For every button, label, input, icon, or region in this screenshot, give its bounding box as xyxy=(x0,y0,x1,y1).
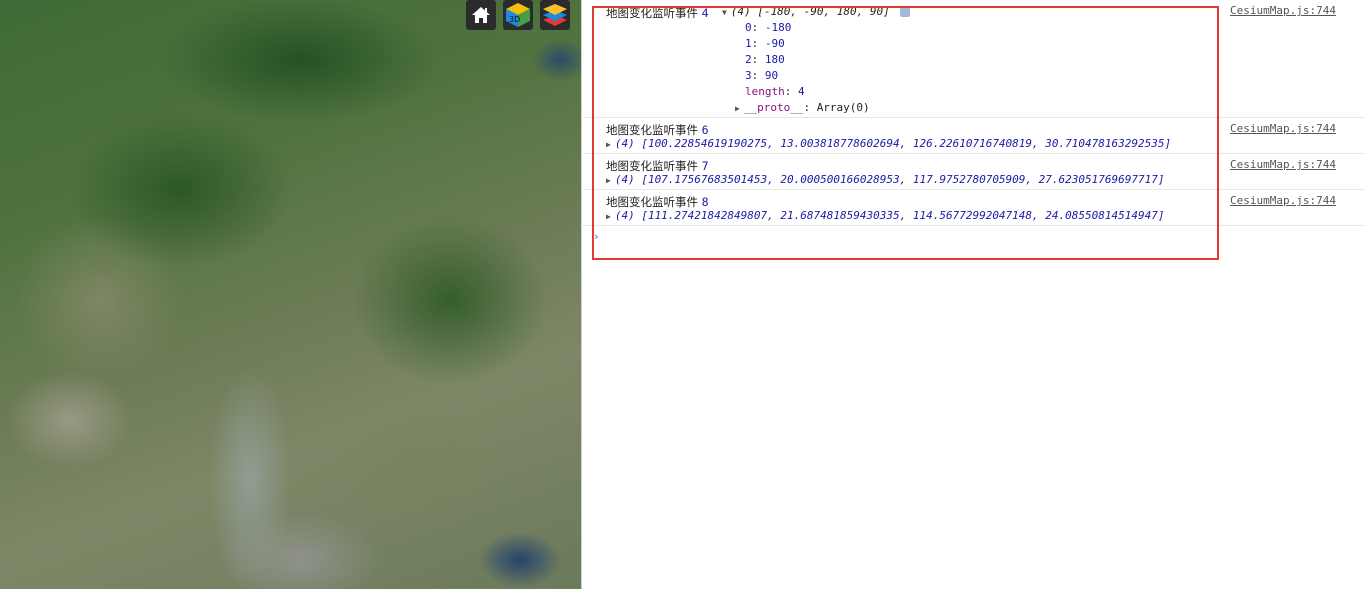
array-summary: (4) [100.22854619190275, 13.003818778602… xyxy=(614,137,1172,150)
array-summary: (4) [-180, -90, 180, 90] xyxy=(730,5,890,18)
array-property: length: 4 xyxy=(745,85,805,98)
log-count: 7 xyxy=(701,159,709,173)
layers-button[interactable] xyxy=(540,0,570,30)
log-count: 6 xyxy=(701,123,709,137)
log-message: 地图变化监听事件 4 xyxy=(606,5,709,21)
3d-label: 3D xyxy=(509,15,520,24)
array-property: 2: 180 xyxy=(745,53,785,66)
property-key: length xyxy=(745,85,785,98)
3d-view-icon: 3D xyxy=(506,3,530,27)
source-link[interactable]: CesiumMap.js:744 xyxy=(1230,4,1336,17)
console-entry: 地图变化监听事件 8 CesiumMap.js:744 ▶ (4) [111.27… xyxy=(581,190,1365,226)
log-count: 4 xyxy=(701,6,709,20)
property-value: -90 xyxy=(764,37,785,50)
array-toggle[interactable]: ▶ (4) [111.27421842849807, 21.68748185943… xyxy=(606,209,1165,222)
3d-view-button[interactable]: 3D xyxy=(503,0,533,30)
property-value: 90 xyxy=(764,69,779,82)
console-entry: 地图变化监听事件 6 CesiumMap.js:744 ▶ (4) [100.22… xyxy=(581,118,1365,154)
array-toggle[interactable]: ▶ (4) [100.22854619190275, 13.00381877860… xyxy=(606,137,1171,150)
proto-toggle[interactable]: ▶ __proto__: Array(0) xyxy=(735,101,870,114)
array-property: 1: -90 xyxy=(745,37,785,50)
property-value: Array(0) xyxy=(816,101,870,114)
source-link[interactable]: CesiumMap.js:744 xyxy=(1230,194,1336,207)
source-link[interactable]: CesiumMap.js:744 xyxy=(1230,122,1336,135)
log-text: 地图变化监听事件 xyxy=(606,6,698,20)
array-summary: (4) [111.27421842849807, 21.687481859430… xyxy=(614,209,1165,222)
console-entry: 地图变化监听事件 7 CesiumMap.js:744 ▶ (4) [107.17… xyxy=(581,154,1365,190)
map-view[interactable]: 3D xyxy=(0,0,581,589)
home-icon xyxy=(472,7,490,23)
source-link[interactable]: CesiumMap.js:744 xyxy=(1230,158,1336,171)
log-message: 地图变化监听事件 7 xyxy=(606,158,709,174)
property-value: 180 xyxy=(764,53,785,66)
console-entry: 地图变化监听事件 4 ▼ (4) [-180, -90, 180, 90] Ces… xyxy=(581,0,1365,118)
array-toggle[interactable]: ▼ (4) [-180, -90, 180, 90] xyxy=(722,5,911,18)
array-property: 3: 90 xyxy=(745,69,779,82)
log-text: 地图变化监听事件 xyxy=(606,123,698,137)
property-key: 1 xyxy=(745,37,752,50)
log-message: 地图变化监听事件 6 xyxy=(606,122,709,138)
collapsed-triangle-icon: ▶ xyxy=(735,104,740,113)
collapsed-triangle-icon: ▶ xyxy=(606,212,611,221)
collapsed-triangle-icon: ▶ xyxy=(606,176,611,185)
property-key: 0 xyxy=(745,21,752,34)
property-value: -180 xyxy=(764,21,792,34)
property-key: 2 xyxy=(745,53,752,66)
console-prompt[interactable]: › xyxy=(593,230,600,243)
array-summary: (4) [107.17567683501453, 20.000500166028… xyxy=(614,173,1165,186)
array-property: 0: -180 xyxy=(745,21,792,34)
property-value: 4 xyxy=(798,85,805,98)
log-text: 地图变化监听事件 xyxy=(606,159,698,173)
log-message: 地图变化监听事件 8 xyxy=(606,194,709,210)
log-count: 8 xyxy=(701,195,709,209)
info-icon xyxy=(900,7,911,17)
expanded-triangle-icon: ▼ xyxy=(722,8,727,17)
log-text: 地图变化监听事件 xyxy=(606,195,698,209)
property-key: __proto__ xyxy=(743,101,804,114)
property-key: 3 xyxy=(745,69,752,82)
array-toggle[interactable]: ▶ (4) [107.17567683501453, 20.00050016602… xyxy=(606,173,1165,186)
home-button[interactable] xyxy=(466,0,496,30)
layers-icon xyxy=(543,4,567,26)
collapsed-triangle-icon: ▶ xyxy=(606,140,611,149)
